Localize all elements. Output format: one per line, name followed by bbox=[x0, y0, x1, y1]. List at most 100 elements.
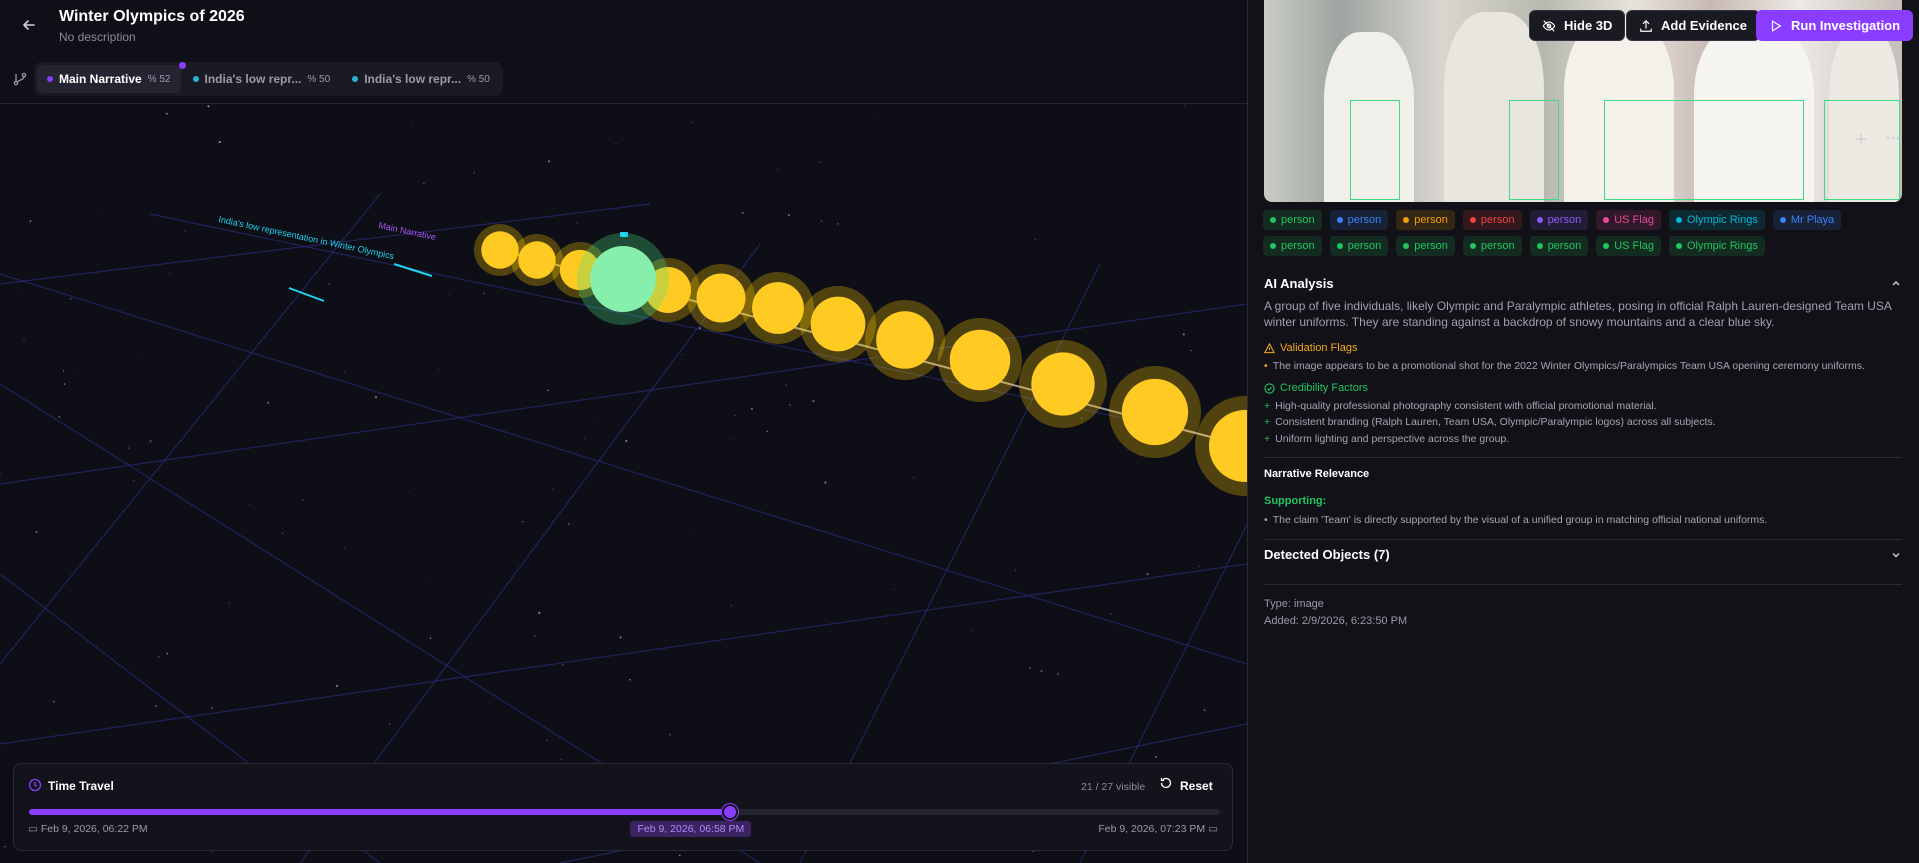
star bbox=[521, 520, 524, 523]
credibility-factors-label: Credibility Factors bbox=[1280, 382, 1369, 394]
star bbox=[207, 105, 210, 108]
star bbox=[16, 289, 18, 291]
star bbox=[87, 226, 89, 227]
hide-3d-button[interactable]: Hide 3D bbox=[1529, 10, 1626, 41]
star bbox=[1196, 494, 1197, 495]
star bbox=[546, 739, 548, 742]
star bbox=[750, 407, 753, 410]
star bbox=[547, 389, 549, 392]
grid-line bbox=[0, 193, 381, 665]
star bbox=[228, 602, 230, 604]
git-branch-icon[interactable] bbox=[12, 71, 30, 89]
star bbox=[127, 447, 130, 450]
plus-icon bbox=[1856, 134, 1866, 144]
star bbox=[374, 396, 378, 399]
chevron-down-icon[interactable] bbox=[1890, 549, 1902, 564]
rotate-ccw-icon[interactable] bbox=[1159, 776, 1173, 790]
tag-label: person bbox=[1480, 214, 1515, 226]
object-tag[interactable]: person bbox=[1529, 210, 1589, 230]
time-slider-thumb[interactable] bbox=[722, 804, 739, 820]
time-travel-title: Time Travel bbox=[48, 779, 114, 793]
graph-3d-canvas[interactable]: India's low representation in Winter Oly… bbox=[0, 104, 1247, 863]
credibility-item: + High-quality professional photography c… bbox=[1264, 400, 1657, 412]
validation-flags-heading: Validation Flags bbox=[1264, 342, 1357, 354]
detected-objects-heading[interactable]: Detected Objects (7) bbox=[1264, 547, 1390, 562]
visible-count: 21 / 27 visible bbox=[1081, 781, 1146, 793]
calendar-icon: ▭ bbox=[28, 823, 38, 835]
star bbox=[547, 160, 551, 163]
star bbox=[149, 440, 152, 443]
more-options-button[interactable] bbox=[1885, 130, 1901, 151]
object-tag[interactable]: person bbox=[1462, 210, 1522, 230]
credibility-item-text: Uniform lighting and perspective across … bbox=[1275, 433, 1510, 445]
object-tag[interactable]: person bbox=[1396, 236, 1455, 256]
tag-dot bbox=[1603, 243, 1610, 249]
node bbox=[949, 329, 1011, 391]
tag-dot bbox=[1779, 217, 1786, 223]
tag-dot bbox=[1469, 243, 1476, 249]
star bbox=[166, 652, 168, 655]
tag-label: person bbox=[1547, 214, 1582, 226]
object-tag[interactable]: person bbox=[1396, 210, 1455, 230]
object-tag[interactable]: US Flag bbox=[1596, 236, 1661, 256]
narrative-tab[interactable]: India's low repr... % 50 bbox=[183, 65, 341, 93]
node bbox=[1121, 378, 1189, 446]
narrative-tabs: Main Narrative % 52 India's low repr... % 5… bbox=[34, 62, 503, 96]
object-tag[interactable]: Olympic Rings bbox=[1668, 236, 1765, 256]
object-tag[interactable]: Mr Playa bbox=[1772, 210, 1842, 230]
chevron-up-icon[interactable] bbox=[1890, 277, 1902, 292]
object-tag[interactable]: person bbox=[1462, 236, 1522, 256]
object-tag[interactable]: person bbox=[1263, 236, 1322, 256]
star bbox=[912, 476, 914, 479]
evidence-type: Type: image bbox=[1264, 598, 1324, 610]
add-narrative-button[interactable] bbox=[1854, 132, 1868, 151]
tag-dot bbox=[1403, 243, 1410, 249]
star bbox=[408, 491, 410, 492]
object-tag[interactable]: person bbox=[1263, 210, 1322, 230]
star bbox=[1190, 349, 1192, 352]
star bbox=[35, 530, 38, 533]
grid-line bbox=[0, 273, 1247, 665]
star bbox=[483, 292, 485, 295]
check-circle-icon bbox=[1264, 382, 1275, 394]
star bbox=[165, 112, 168, 115]
validation-flags-label: Validation Flags bbox=[1280, 342, 1358, 354]
ai-analysis-heading[interactable]: AI Analysis bbox=[1264, 276, 1334, 291]
star bbox=[1107, 364, 1109, 367]
tab-label: India's low repr... bbox=[204, 72, 302, 86]
star bbox=[730, 604, 733, 607]
hide-3d-label: Hide 3D bbox=[1564, 18, 1613, 33]
object-tag[interactable]: US Flag bbox=[1596, 210, 1661, 230]
narrative-tab[interactable]: Main Narrative % 52 bbox=[37, 65, 181, 93]
add-evidence-button[interactable]: Add Evidence bbox=[1626, 10, 1760, 41]
tag-dot bbox=[1536, 217, 1543, 223]
detection-box bbox=[1509, 100, 1559, 200]
node bbox=[876, 311, 934, 369]
tag-label: US Flag bbox=[1614, 214, 1654, 226]
time-slider[interactable] bbox=[29, 804, 1220, 820]
star bbox=[315, 463, 317, 465]
grid-line bbox=[0, 563, 1247, 745]
object-tag[interactable]: person bbox=[1329, 236, 1389, 256]
run-investigation-label: Run Investigation bbox=[1791, 18, 1901, 33]
tag-label: person bbox=[1281, 240, 1315, 252]
star bbox=[1203, 709, 1206, 712]
reset-button[interactable]: Reset bbox=[1180, 779, 1213, 793]
star bbox=[429, 582, 431, 583]
object-tag[interactable]: Olympic Rings bbox=[1668, 210, 1765, 230]
star bbox=[218, 140, 221, 144]
star bbox=[232, 334, 233, 336]
star bbox=[1110, 613, 1112, 615]
star bbox=[301, 499, 304, 501]
star bbox=[734, 415, 736, 417]
tag-label: person bbox=[1414, 240, 1448, 252]
narrative-tab[interactable]: India's low repr... % 50 bbox=[342, 65, 500, 93]
star bbox=[1154, 756, 1157, 758]
object-tag[interactable]: person bbox=[1329, 210, 1389, 230]
star bbox=[343, 371, 345, 373]
object-tag[interactable]: person bbox=[1529, 236, 1589, 256]
star bbox=[619, 636, 622, 639]
evidence-added: Added: 2/9/2026, 6:23:50 PM bbox=[1264, 615, 1408, 627]
back-button[interactable] bbox=[16, 12, 42, 38]
run-investigation-button[interactable]: Run Investigation bbox=[1756, 10, 1914, 41]
